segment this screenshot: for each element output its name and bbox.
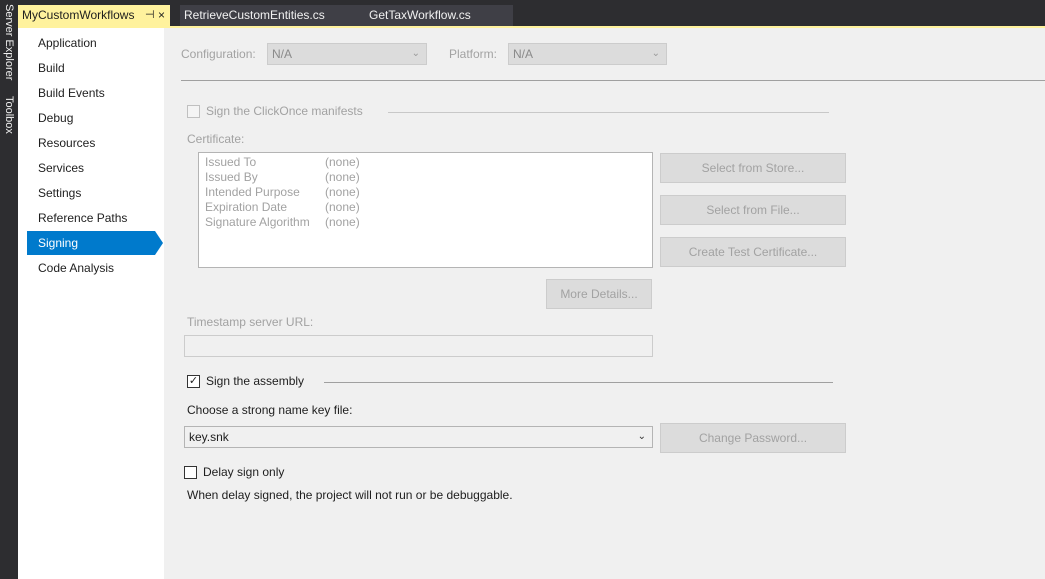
- clickonce-divider: [388, 112, 829, 113]
- clickonce-checkbox[interactable]: [187, 105, 200, 118]
- cert-key-expiration-date: Expiration Date: [205, 200, 288, 214]
- nav-item-application[interactable]: Application: [27, 31, 155, 55]
- nav-item-signing[interactable]: Signing: [27, 231, 155, 255]
- select-from-store-button[interactable]: Select from Store...: [660, 153, 846, 183]
- side-tool-strip: Server Explorer Toolbox: [0, 0, 18, 579]
- pin-icon[interactable]: ⊣: [145, 5, 155, 26]
- tab-label: GetTaxWorkflow.cs: [369, 8, 471, 22]
- platform-value: N/A: [513, 47, 534, 61]
- more-details-button[interactable]: More Details...: [546, 279, 652, 309]
- platform-label: Platform:: [449, 47, 498, 61]
- tab-label: RetrieveCustomEntities.cs: [184, 8, 325, 22]
- selected-arrow-icon: [155, 231, 163, 255]
- certificate-details-box: Issued To (none) Issued By (none) Intend…: [198, 152, 653, 268]
- nav-item-build[interactable]: Build: [27, 56, 155, 80]
- nav-item-services[interactable]: Services: [27, 156, 155, 180]
- create-test-certificate-button[interactable]: Create Test Certificate...: [660, 237, 846, 267]
- cert-key-signature-algorithm: Signature Algorithm: [205, 215, 310, 229]
- nav-item-resources[interactable]: Resources: [27, 131, 155, 155]
- close-icon[interactable]: ×: [158, 5, 165, 26]
- nav-item-build-events[interactable]: Build Events: [27, 81, 155, 105]
- chevron-down-icon: ⌄: [651, 48, 660, 59]
- sign-assembly-divider: [324, 382, 833, 383]
- sign-assembly-label: Sign the assembly: [206, 374, 305, 388]
- cert-value-intended-purpose: (none): [325, 185, 360, 199]
- delay-sign-note: When delay signed, the project will not …: [187, 488, 513, 502]
- timestamp-label: Timestamp server URL:: [187, 315, 314, 329]
- certificate-label: Certificate:: [187, 132, 245, 146]
- clickonce-label: Sign the ClickOnce manifests: [206, 104, 363, 118]
- chevron-down-icon: ⌄: [637, 431, 646, 442]
- cert-key-issued-to: Issued To: [205, 155, 257, 169]
- configuration-select[interactable]: N/A ⌄: [267, 43, 427, 65]
- tab-label: MyCustomWorkflows: [22, 8, 135, 22]
- property-page-nav: Application Build Build Events Debug Res…: [18, 28, 164, 579]
- delay-sign-label: Delay sign only: [203, 465, 285, 479]
- tab-mycustomworkflows[interactable]: MyCustomWorkflows ⊣ ×: [18, 5, 170, 26]
- platform-select[interactable]: N/A ⌄: [508, 43, 667, 65]
- nav-item-settings[interactable]: Settings: [27, 181, 155, 205]
- nav-item-debug[interactable]: Debug: [27, 106, 155, 130]
- timestamp-url-input[interactable]: [184, 335, 653, 357]
- key-file-value: key.snk: [189, 430, 229, 444]
- document-tab-bar: MyCustomWorkflows ⊣ × RetrieveCustomEnti…: [18, 0, 1045, 27]
- key-file-label: Choose a strong name key file:: [187, 403, 353, 417]
- sign-assembly-checkbox[interactable]: ✓: [187, 375, 200, 388]
- select-from-file-button[interactable]: Select from File...: [660, 195, 846, 225]
- delay-sign-checkbox[interactable]: [184, 466, 197, 479]
- cert-value-issued-by: (none): [325, 170, 360, 184]
- change-password-button[interactable]: Change Password...: [660, 423, 846, 453]
- cert-value-issued-to: (none): [325, 155, 360, 169]
- cert-key-issued-by: Issued By: [205, 170, 258, 184]
- configuration-value: N/A: [272, 47, 293, 61]
- configuration-label: Configuration:: [181, 47, 256, 61]
- cert-value-signature-algorithm: (none): [325, 215, 360, 229]
- nav-item-reference-paths[interactable]: Reference Paths: [27, 206, 155, 230]
- nav-item-code-analysis[interactable]: Code Analysis: [27, 256, 155, 280]
- signing-page: Configuration: N/A ⌄ Platform: N/A ⌄ Sig…: [164, 28, 1045, 579]
- toolbox-tab[interactable]: Toolbox: [3, 96, 15, 134]
- tab-gettaxworkflow[interactable]: GetTaxWorkflow.cs: [352, 5, 513, 26]
- key-file-select[interactable]: key.snk ⌄: [184, 426, 653, 448]
- cert-value-expiration-date: (none): [325, 200, 360, 214]
- server-explorer-tab[interactable]: Server Explorer: [3, 4, 15, 80]
- cert-key-intended-purpose: Intended Purpose: [205, 185, 300, 199]
- chevron-down-icon: ⌄: [411, 48, 420, 59]
- tab-retrievecustomentities[interactable]: RetrieveCustomEntities.cs: [180, 5, 352, 26]
- config-divider: [181, 80, 1045, 81]
